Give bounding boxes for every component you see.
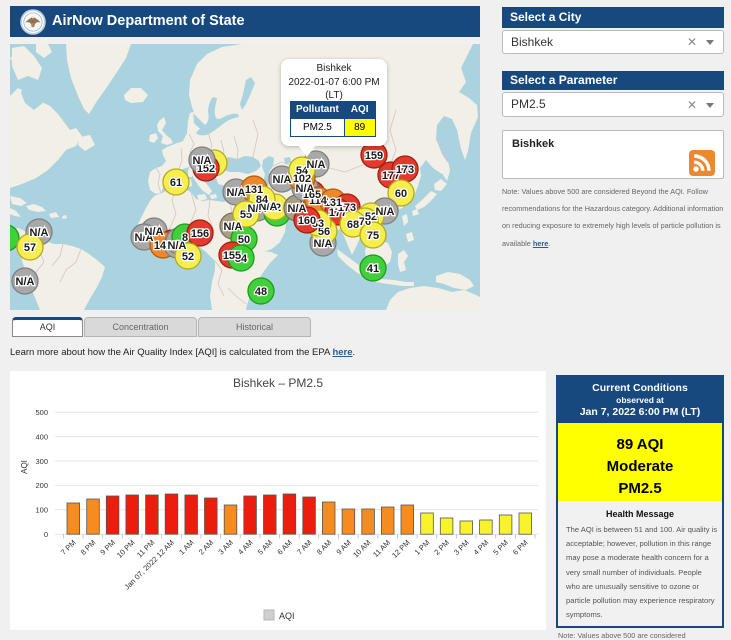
svg-text:N/A: N/A: [145, 226, 164, 238]
svg-text:10 AM: 10 AM: [351, 538, 372, 559]
svg-text:68: 68: [347, 219, 359, 231]
svg-text:156: 156: [191, 228, 209, 240]
svg-text:52: 52: [182, 251, 194, 263]
svg-text:4 AM: 4 AM: [236, 538, 254, 556]
svg-text:5 AM: 5 AM: [256, 538, 274, 556]
svg-text:2 PM: 2 PM: [432, 538, 451, 557]
svg-text:100: 100: [35, 506, 48, 515]
svg-text:N/A: N/A: [16, 276, 35, 288]
svg-text:155: 155: [223, 250, 241, 262]
svg-text:N/A: N/A: [307, 159, 326, 171]
svg-text:9 AM: 9 AM: [334, 538, 352, 556]
svg-text:160: 160: [298, 215, 316, 227]
svg-text:3 PM: 3 PM: [452, 538, 471, 557]
svg-text:173: 173: [396, 164, 414, 176]
svg-text:N/A: N/A: [314, 238, 333, 250]
svg-text:0: 0: [44, 530, 48, 539]
svg-text:AQI: AQI: [20, 460, 29, 474]
svg-text:N/A: N/A: [227, 187, 246, 199]
svg-text:300: 300: [35, 457, 48, 466]
svg-text:1 AM: 1 AM: [177, 538, 195, 556]
svg-text:12 PM: 12 PM: [390, 538, 412, 560]
svg-text:N/A: N/A: [224, 221, 243, 233]
svg-text:41: 41: [367, 263, 379, 275]
svg-text:75: 75: [367, 230, 379, 242]
svg-text:131: 131: [245, 184, 263, 196]
svg-text:N/A: N/A: [30, 227, 49, 239]
svg-text:6 AM: 6 AM: [275, 538, 293, 556]
svg-text:400: 400: [35, 432, 48, 441]
svg-text:57: 57: [24, 242, 36, 254]
svg-text:61: 61: [170, 177, 182, 189]
svg-text:4 PM: 4 PM: [472, 538, 491, 557]
svg-text:48: 48: [255, 286, 267, 298]
svg-text:7 AM: 7 AM: [295, 538, 313, 556]
svg-text:8: 8: [182, 232, 188, 244]
svg-text:8 PM: 8 PM: [79, 538, 98, 557]
svg-text:159: 159: [365, 150, 383, 162]
svg-text:8 AM: 8 AM: [315, 538, 333, 556]
svg-text:Bishkek – PM2.5: Bishkek – PM2.5: [233, 376, 323, 390]
svg-text:N/A: N/A: [288, 203, 307, 215]
svg-text:7 PM: 7 PM: [59, 538, 78, 557]
svg-text:N/A: N/A: [193, 155, 212, 167]
svg-text:2 AM: 2 AM: [197, 538, 215, 556]
svg-text:50: 50: [238, 234, 250, 246]
svg-text:6 PM: 6 PM: [511, 538, 530, 557]
svg-text:500: 500: [35, 408, 48, 417]
svg-text:60: 60: [395, 188, 407, 200]
svg-text:1 PM: 1 PM: [413, 538, 432, 557]
svg-text:5 PM: 5 PM: [491, 538, 510, 557]
svg-text:AQI: AQI: [279, 611, 295, 621]
svg-text:N/A: N/A: [376, 206, 395, 218]
svg-text:3 AM: 3 AM: [216, 538, 234, 556]
svg-text:10 PM: 10 PM: [115, 538, 137, 560]
svg-text:N/A: N/A: [273, 174, 292, 186]
svg-text:200: 200: [35, 481, 48, 490]
svg-text:11 AM: 11 AM: [371, 538, 392, 559]
